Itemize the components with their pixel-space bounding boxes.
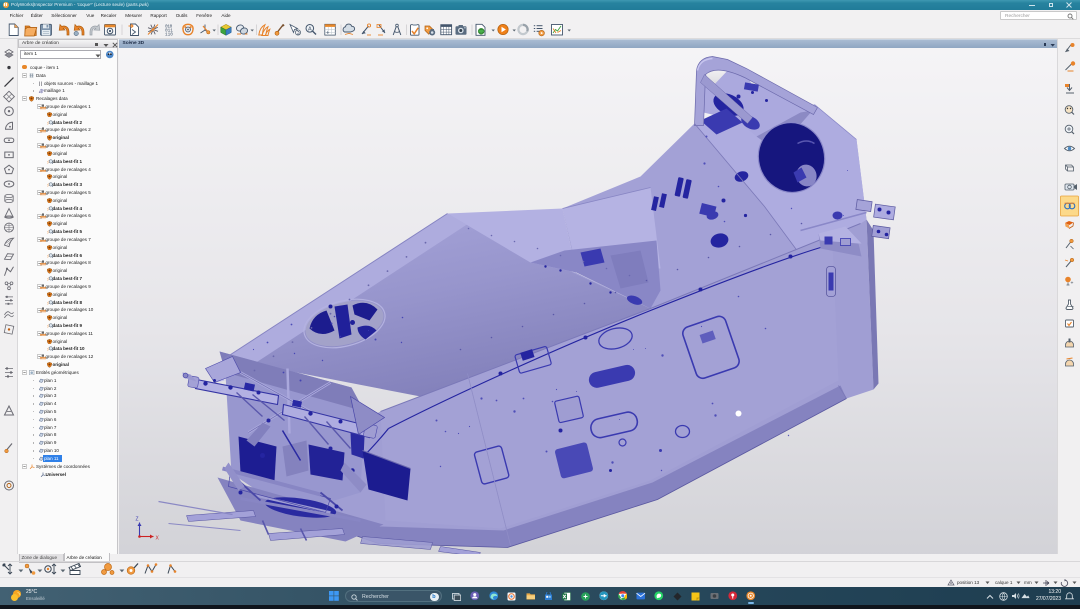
svg-text:110: 110 xyxy=(165,32,173,37)
svg-text:Z: Z xyxy=(135,516,138,522)
svg-text:A: A xyxy=(308,26,312,32)
svg-text:+: + xyxy=(1071,280,1074,286)
svg-text:+: + xyxy=(326,31,330,37)
